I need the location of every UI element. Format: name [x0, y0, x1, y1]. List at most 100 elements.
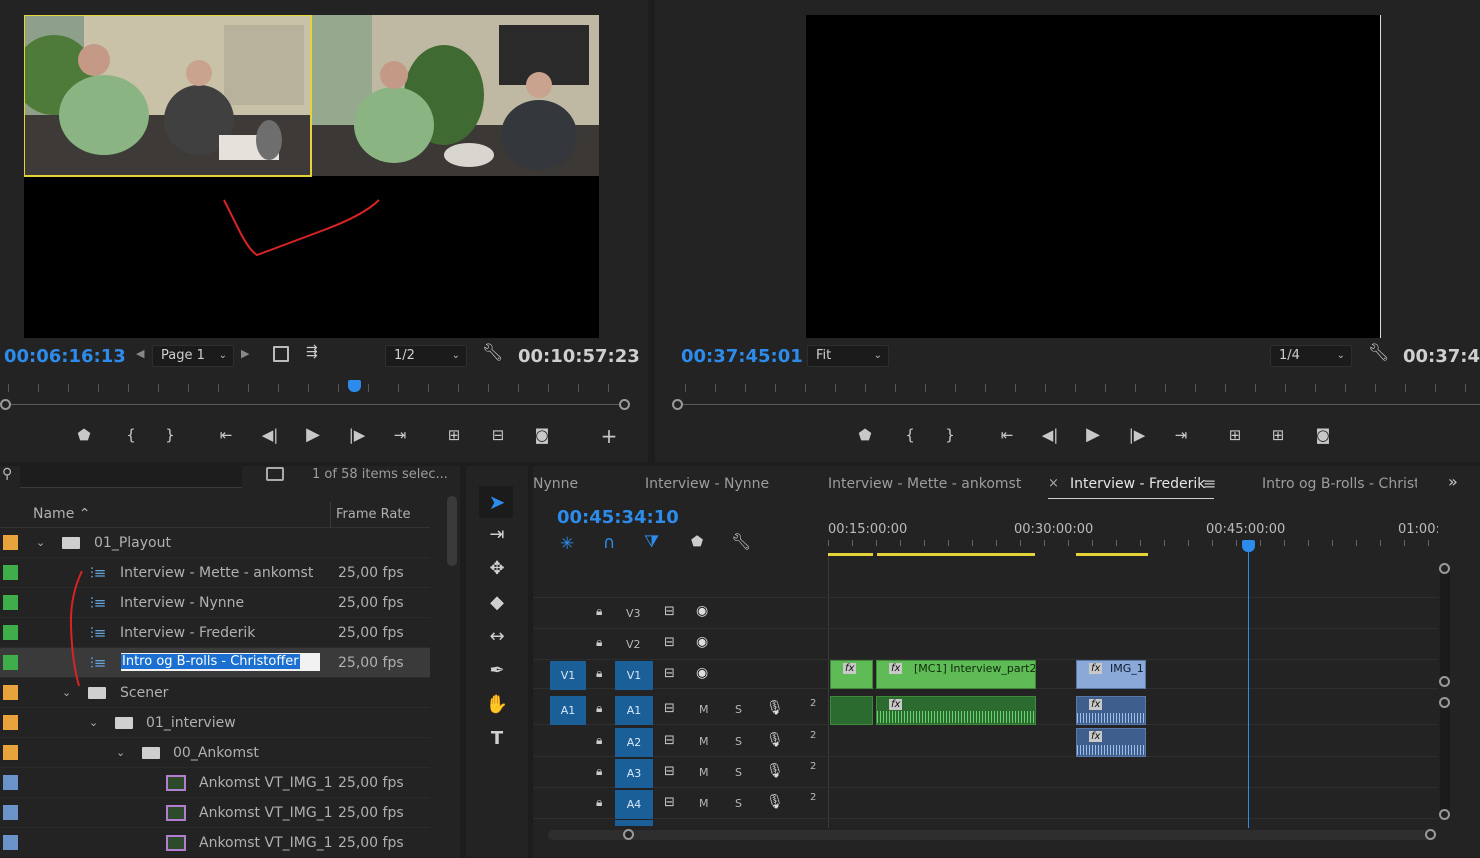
- project-row-clip[interactable]: Ankomst VT_IMG_1 25,00 fps: [0, 798, 430, 828]
- mark-in-icon[interactable]: {: [898, 426, 922, 444]
- play-icon[interactable]: ▶: [301, 424, 325, 445]
- fx-badge[interactable]: fx: [843, 663, 857, 674]
- timeline-tab[interactable]: Interview - Mette - ankomst: [828, 476, 1021, 492]
- go-to-in-icon[interactable]: ⇤: [995, 426, 1019, 444]
- timeline-tab[interactable]: Intro og B-rolls - Christoff: [1262, 476, 1417, 492]
- mark-in-icon[interactable]: {: [119, 426, 143, 444]
- disclosure-chevron-icon[interactable]: ⌄: [89, 708, 98, 738]
- vertical-scroll-handle[interactable]: [1439, 563, 1450, 574]
- horizontal-scroll-bar[interactable]: [548, 830, 1433, 840]
- camera-icon[interactable]: ◙: [1311, 426, 1335, 444]
- fx-badge[interactable]: fx: [889, 663, 903, 674]
- eye-icon[interactable]: ◉: [696, 634, 708, 650]
- fx-badge[interactable]: fx: [1089, 731, 1103, 742]
- lock-icon[interactable]: 🔒︎: [596, 666, 602, 681]
- microphone-icon[interactable]: 🎙︎: [766, 794, 784, 810]
- column-name-header[interactable]: Name ⌃: [33, 506, 91, 522]
- label-color-swatch[interactable]: [3, 835, 18, 850]
- track-select-tool-icon[interactable]: ⇥: [484, 524, 510, 545]
- tabs-overflow-icon[interactable]: »: [1448, 472, 1458, 491]
- vertical-scroll-handle[interactable]: [1439, 676, 1450, 687]
- audio-clip[interactable]: fx: [1076, 696, 1146, 725]
- program-scrubber-line[interactable]: [675, 404, 1480, 405]
- film-icon[interactable]: [273, 346, 289, 362]
- lock-icon[interactable]: 🔒︎: [596, 795, 602, 810]
- sync-lock-icon[interactable]: ⊟: [664, 764, 675, 779]
- lock-icon[interactable]: 🔒︎: [596, 604, 602, 619]
- track-target-a4[interactable]: A4: [615, 790, 653, 819]
- vertical-scroll-handle[interactable]: [1439, 809, 1450, 820]
- sync-lock-icon[interactable]: ⊟: [664, 604, 675, 619]
- program-resolution-select[interactable]: 1/4 ⌄: [1270, 345, 1352, 367]
- source-playhead[interactable]: [348, 380, 361, 392]
- insert-icon[interactable]: ⊞: [442, 426, 466, 444]
- label-color-swatch[interactable]: [3, 565, 18, 580]
- next-page-icon[interactable]: ▶: [241, 347, 249, 360]
- mark-out-icon[interactable]: }: [938, 426, 962, 444]
- program-current-timecode[interactable]: 00:37:45:01: [681, 346, 803, 367]
- tab-menu-icon[interactable]: ≡: [1203, 474, 1216, 493]
- extract-icon[interactable]: ⊞: [1266, 426, 1290, 444]
- track-target-a3[interactable]: A3: [615, 759, 653, 788]
- video-clip-mc1[interactable]: fx [MC1] Interview_part2_C: [876, 660, 1036, 689]
- step-back-icon[interactable]: ◀|: [1038, 426, 1062, 444]
- drag-video-icon[interactable]: ⇶: [306, 344, 318, 360]
- label-color-swatch[interactable]: [3, 655, 18, 670]
- timeline-tab-active[interactable]: Interview - Frederik: [1070, 476, 1205, 492]
- solo-button[interactable]: S: [735, 703, 742, 716]
- mute-button[interactable]: M: [699, 797, 709, 810]
- snap-magnet-icon[interactable]: ∩: [603, 533, 615, 553]
- disclosure-chevron-icon[interactable]: ⌄: [116, 738, 125, 768]
- slip-tool-icon[interactable]: ↔: [484, 626, 510, 647]
- mute-button[interactable]: M: [699, 703, 709, 716]
- project-scrollbar[interactable]: [447, 496, 457, 566]
- mark-out-icon[interactable]: }: [158, 426, 182, 444]
- lock-icon[interactable]: 🔒︎: [596, 635, 602, 650]
- fx-badge[interactable]: fx: [889, 699, 903, 710]
- wrench-icon[interactable]: 🔧︎: [1368, 343, 1390, 363]
- sync-lock-icon[interactable]: ⊟: [664, 635, 675, 650]
- audio-clip[interactable]: fx: [1076, 728, 1146, 757]
- step-back-icon[interactable]: ◀|: [258, 426, 282, 444]
- project-row-clip[interactable]: Ankomst VT_IMG_1 25,00 fps: [0, 828, 430, 858]
- hand-tool-icon[interactable]: ✋: [484, 694, 510, 715]
- timeline-tab[interactable]: Nynne: [533, 476, 578, 492]
- column-divider[interactable]: [330, 502, 331, 528]
- search-input[interactable]: [20, 466, 242, 488]
- source-patch-v1[interactable]: V1: [550, 661, 586, 690]
- fx-badge[interactable]: fx: [1089, 663, 1103, 674]
- source-patch-a1[interactable]: A1: [550, 696, 586, 725]
- eye-icon[interactable]: ◉: [696, 665, 708, 681]
- microphone-icon[interactable]: 🎙︎: [766, 700, 784, 716]
- add-button-icon[interactable]: +: [597, 424, 621, 448]
- source-scrubber-line[interactable]: [4, 404, 624, 405]
- add-marker-icon[interactable]: ⬟: [691, 534, 703, 550]
- find-icon[interactable]: [266, 467, 284, 481]
- nest-toggle-icon[interactable]: ✳: [560, 534, 574, 554]
- source-video-frame[interactable]: [24, 15, 599, 338]
- program-video-frame[interactable]: [806, 15, 1381, 338]
- microphone-icon[interactable]: 🎙︎: [766, 732, 784, 748]
- project-row-clip[interactable]: Ankomst VT_IMG_1 25,00 fps: [0, 768, 430, 798]
- audio-clip[interactable]: [830, 696, 873, 725]
- sync-lock-icon[interactable]: ⊟: [664, 701, 675, 716]
- label-color-swatch[interactable]: [3, 595, 18, 610]
- label-color-swatch[interactable]: [3, 535, 18, 550]
- project-row-00-ankomst[interactable]: ⌄ 00_Ankomst: [0, 738, 430, 768]
- marker-icon[interactable]: ⬟: [72, 426, 96, 444]
- track-target-a2[interactable]: A2: [615, 728, 653, 757]
- disclosure-chevron-icon[interactable]: ⌄: [36, 528, 45, 558]
- mute-button[interactable]: M: [699, 735, 709, 748]
- lock-icon[interactable]: 🔒︎: [596, 733, 602, 748]
- solo-button[interactable]: S: [735, 766, 742, 779]
- pen-tool-icon[interactable]: ✒: [484, 660, 510, 681]
- timeline-timecode[interactable]: 00:45:34:10: [557, 507, 679, 528]
- selection-tool-icon[interactable]: ➤: [484, 490, 510, 514]
- track-target-a1[interactable]: A1: [615, 696, 653, 725]
- go-to-out-icon[interactable]: ⇥: [388, 426, 412, 444]
- rename-field[interactable]: Intro og B-rolls - Christoffer: [121, 653, 320, 671]
- fx-badge[interactable]: fx: [1089, 699, 1103, 710]
- timeline-ruler[interactable]: 00:15:00:00 00:30:00:00 00:45:00:00 01:0…: [828, 518, 1438, 558]
- sync-lock-icon[interactable]: ⊟: [664, 666, 675, 681]
- source-zoom-handle-left[interactable]: [0, 399, 11, 410]
